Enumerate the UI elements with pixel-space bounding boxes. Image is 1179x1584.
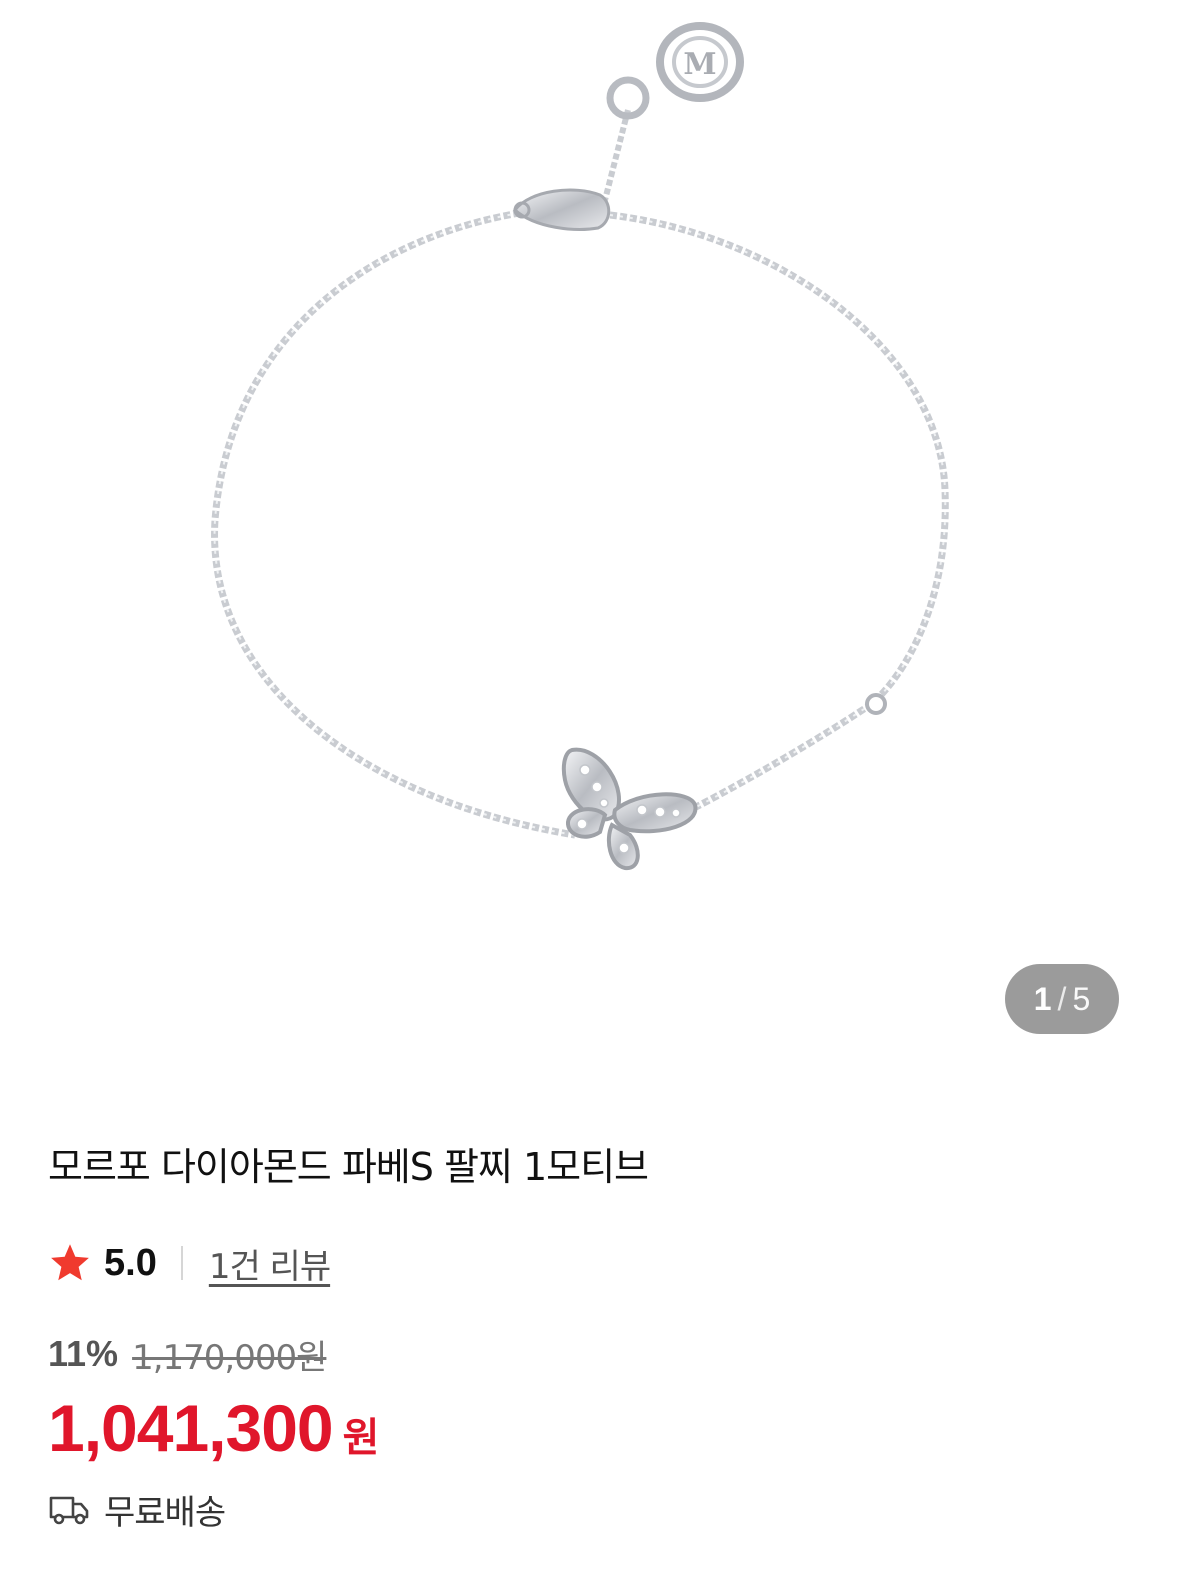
reviews-link[interactable]: 1건 리뷰	[209, 1239, 331, 1288]
image-counter: 1 / 5	[1005, 964, 1119, 1034]
rating-score: 5.0	[104, 1241, 157, 1284]
product-image: M	[211, 22, 949, 871]
discount-rate: 11%	[48, 1333, 119, 1374]
sale-price-currency: 원	[342, 1415, 380, 1461]
truck-icon	[49, 1496, 89, 1525]
star-icon	[51, 1244, 89, 1281]
rating-row: 5.0 1건 리뷰	[48, 1238, 331, 1288]
rating-divider	[180, 1246, 183, 1280]
sale-price-row: 1,041,300 원	[48, 1390, 379, 1468]
product-title: 모르포 다이아몬드 파베S 팔찌 1모티브	[48, 1145, 649, 1189]
shipping-label: 무료배송	[104, 1492, 226, 1533]
product-image-gallery[interactable]: M 1 / 5	[0, 0, 1179, 1080]
svg-text:M: M	[683, 47, 716, 82]
image-counter-total: 5	[1072, 980, 1091, 1017]
sale-price: 1,041,300	[48, 1391, 334, 1465]
image-counter-current: 1	[1033, 980, 1052, 1017]
shipping-row: 무료배송	[48, 1486, 226, 1533]
image-counter-separator: /	[1057, 980, 1067, 1017]
original-price: 1,170,000원	[132, 1337, 327, 1378]
price-discount-row: 11% 1,170,000원	[48, 1330, 327, 1378]
